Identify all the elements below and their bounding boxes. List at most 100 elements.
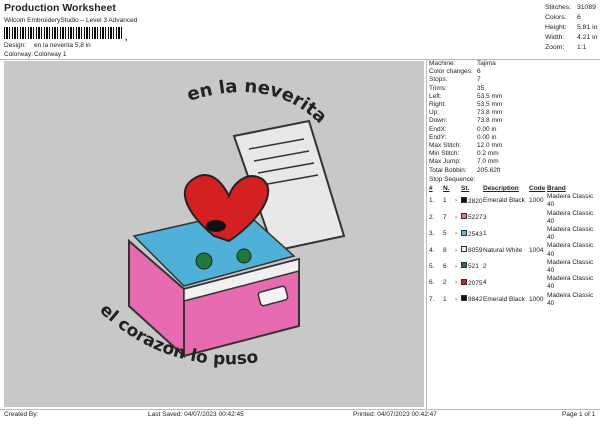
stop-table-header: # N. St. Description Code Brand [429,185,599,193]
embroidery-design: en la neverita el corazon lo puso [96,76,346,369]
col-header: Description [483,185,519,193]
stat-value: 5.81 in [577,24,598,31]
stat-label: Height: [545,24,567,31]
stop-index: 3. [429,230,435,238]
thread-description: 2 [483,262,487,270]
info-label: Machine: [429,60,456,67]
stat-label: Stitches: [545,4,572,11]
color-swatch [461,246,467,253]
info-value: 0.2 mm [477,150,499,158]
stop-index: 2. [429,213,435,221]
stats-block: Stitches: 31089 Colors: 6 Height: 5.81 in W… [545,3,597,53]
software-name: Wilcom EmbroideryStudio – Level 3 Advanc… [4,17,138,24]
info-value: 0.00 in [477,125,497,133]
thread-brand: Madeira Classic 40 [547,275,594,291]
machine-info-row: Color changes: 6 [429,68,599,76]
info-label: EndX: [429,125,447,133]
stitch-count: 8059 [461,246,483,255]
machine-info-row: Machine: Tajima [429,60,599,68]
needle-number: 5 [443,230,447,238]
info-label: Left: [429,92,442,100]
info-value: 73.8 mm [477,109,503,117]
footer-divider [0,409,600,410]
machine-info-row: Max Stitch: 12.0 mm [429,142,599,150]
thread-brand: Madeira Classic 40 [547,258,594,275]
printed-date: Printed: 04/07/2023 00:42:47 [353,411,437,418]
barcode-mark: , [125,33,128,42]
col-header: St. [461,185,470,193]
info-value: 205.62ft [477,166,501,174]
stop-index: 5. [429,262,435,270]
machine-info-row: Min Stitch: 0.2 mm [429,150,599,158]
stitch-count: 2820 [461,196,483,206]
stat-value: 6 [577,14,581,21]
thread-code: 1000 [529,295,544,303]
color-swatch [461,295,467,302]
stop-index: 7. [429,295,435,303]
design-value: en la neverita 5,8 in [34,42,91,49]
created-by: Created By: [4,411,39,418]
color-swatch [461,229,467,236]
colorway-row: Colorway: Colorway 1 [4,51,67,58]
info-label: Stops: [429,76,448,84]
thread-description: Emerald Black [483,197,525,205]
stop-row: 6. 2 › 2075 4 Madeira Classic 40 [429,275,599,291]
info-value: Tajima [477,60,496,67]
stat-value: 1:1 [577,44,587,51]
thread-brand: Madeira Classic 40 [547,226,594,242]
page-title: Production Worksheet [4,2,116,14]
color-swatch [461,196,467,203]
stop-row: 1. 1 › 2820 Emerald Black 1000 Madeira Classic… [429,193,599,209]
last-saved: Last Saved: 04/07/2023 00:42:45 [148,411,244,418]
bottle [236,248,252,264]
col-header: N. [443,185,450,193]
stitch-count: 2543 [461,229,483,239]
stop-index: 1. [429,197,435,205]
info-label: Max Jump: [429,158,461,166]
machine-info-row: Max Jump: 7.0 mm [429,158,599,166]
stitch-count: 2075 [461,278,483,288]
panel-divider [426,59,427,409]
thread-description: 1 [483,230,487,238]
machine-info-row: EndX: 0.00 in [429,126,599,134]
needle-number: 6 [443,262,447,270]
machine-info-row: Total Bobbin: 205.62ft [429,167,599,175]
info-label: Down: [429,117,448,125]
heart-eye [206,220,226,232]
stop-sequence-label: Stop Sequence: [429,175,476,183]
stop-index: 6. [429,279,435,287]
info-value: 7.0 mm [477,158,499,166]
info-value: 7 [477,76,481,84]
machine-info-row: Left: 53.5 mm [429,93,599,101]
thread-description: 4 [483,279,487,287]
page-number: Page 1 of 1 [562,411,596,418]
stitch-count: 9842 [461,295,483,304]
needle-number: 8 [443,246,447,254]
thread-brand: Madeira Classic 40 [547,242,594,258]
info-label: Total Bobbin: [429,166,467,174]
info-label: Max Stitch: [429,142,462,150]
machine-info-panel: Machine: Tajima Color changes: 6 Stops: 7 Trim… [429,60,599,308]
stop-row: 2. 7 › 5227 3 Madeira Classic 40 [429,210,599,226]
info-label: Trims: [429,84,447,92]
barcode [4,27,124,39]
design-preview: en la neverita el corazon lo puso [4,61,424,407]
thread-description: Natural White [483,246,523,254]
info-label: EndY: [429,133,447,141]
bottle [195,252,213,270]
thread-code: 1000 [529,197,544,205]
stop-row: 5. 6 › 521 2 Madeira Classic 40 [429,259,599,275]
info-label: Right: [429,101,446,109]
machine-info-row: EndY: 0.00 in [429,134,599,142]
info-value: 53.5 mm [477,92,503,100]
stop-row: 4. 8 › 8059 Natural White 1004 Madeira Classic… [429,242,599,258]
col-header: Code [529,185,546,193]
color-swatch [461,278,467,285]
design-row: Design: en la neverita 5,8 in [4,42,91,49]
stitch-count: 5227 [461,213,483,222]
needle-number: 1 [443,197,447,205]
needle-number: 2 [443,279,447,287]
machine-info-row: Trims: 35 [429,85,599,93]
stat-label: Width: [545,34,565,41]
thread-brand: Madeira Classic 40 [547,209,594,225]
